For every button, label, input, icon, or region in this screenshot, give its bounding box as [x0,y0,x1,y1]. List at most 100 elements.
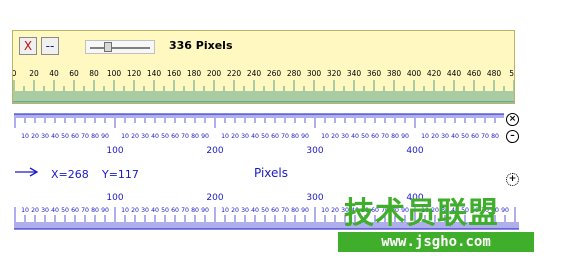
minor-tick-label: 30 [41,133,49,140]
major-tick-label: 100 [106,146,123,156]
minor-tick-label: 30 [441,133,449,140]
minor-tick-label: 40 [451,207,459,214]
minor-tick-label: 10 [121,207,129,214]
minor-tick-label: 70 [381,207,389,214]
minor-tick-label: 10 [321,133,329,140]
minor-tick-label: 20 [31,207,39,214]
slider-track [90,47,150,49]
minor-tick-label: 10 [221,133,229,140]
minor-tick-label: 90 [401,133,409,140]
ruler-scale-middle[interactable]: 10 20 30 40 50 60 70 80 90 10 20 30 40 50 60 70 80 90 10 20… [14,112,504,159]
minor-tick-label: 10 [421,207,429,214]
minimize-button[interactable]: -- [41,37,59,55]
minor-tick-label: 10 [421,133,429,140]
tick-label: 460 [467,69,482,78]
minor-tick-label: 30 [241,133,249,140]
minor-tick-label: 70 [81,207,89,214]
circle-x-icon[interactable]: × [506,113,519,126]
minor-tick-label: 70 [281,207,289,214]
y-coordinate: Y=117 [102,168,139,181]
minor-tick-label: 50 [61,133,69,140]
tick-label: 420 [427,69,442,78]
minor-tick-label: 50 [461,133,469,140]
slider-thumb[interactable] [103,42,112,52]
tick-label: 20 [29,69,39,78]
minor-tick-label: 60 [371,207,379,214]
minor-tick-label: 90 [301,207,309,214]
minor-tick-label: 70 [381,133,389,140]
tick-label: 440 [447,69,462,78]
minor-tick-label: 50 [161,207,169,214]
minor-tick-label: 80 [291,133,299,140]
minor-tick-label: 20 [431,133,439,140]
minor-tick-label: 60 [71,133,79,140]
minor-tick-label: 40 [151,207,159,214]
minor-tick-label: 20 [131,133,139,140]
tick-label: 140 [147,69,162,78]
crosshair-move-icon[interactable]: + [506,173,519,186]
watermark-url: www.jsgho.com [338,232,534,252]
minor-tick-label: 70 [81,133,89,140]
minor-tick-label: 20 [231,133,239,140]
units-label[interactable]: Pixels [254,166,288,180]
minor-tick-label: 20 [331,133,339,140]
minor-tick-label: 60 [271,133,279,140]
minor-tick-label: 70 [281,133,289,140]
tick-label: 180 [187,69,202,78]
tick-label: 480 [487,69,502,78]
minor-tick-label: 80 [391,133,399,140]
major-tick-label: 300 [306,146,323,156]
minor-tick-label: 90 [401,207,409,214]
minor-tick-label: 90 [101,207,109,214]
zoom-slider[interactable] [85,40,155,54]
minor-tick-label: 60 [471,133,479,140]
major-tick-label: 200 [206,146,223,156]
tick-label: 120 [127,69,142,78]
minor-tick-label: 50 [261,207,269,214]
minor-tick-label: 10 [221,207,229,214]
tick-label: 400 [407,69,422,78]
major-tick-label: 400 [406,193,423,203]
minor-tick-label: 20 [131,207,139,214]
minor-tick-label: 80 [491,207,499,214]
tick-label: 320 [327,69,342,78]
coordinate-readout: X=268 Y=117 Pixels [14,165,494,181]
tick-label: 0 [13,69,17,78]
minor-tick-label: 80 [91,133,99,140]
major-tick-label: 400 [406,146,423,156]
minor-tick-label: 20 [431,207,439,214]
minor-tick-label: 60 [71,207,79,214]
minor-tick-label: 50 [61,207,69,214]
tick-label: 60 [69,69,79,78]
minor-tick-label: 30 [341,207,349,214]
minor-tick-label: 20 [331,207,339,214]
tick-label: 200 [207,69,222,78]
minor-tick-label: 30 [141,207,149,214]
minor-tick-label: 20 [31,133,39,140]
minor-tick-label: 30 [41,207,49,214]
close-button[interactable]: X [19,37,37,55]
minor-tick-label: 20 [231,207,239,214]
tick-label: 80 [89,69,99,78]
ruler-window-top[interactable]: X -- 336 Pixels 0 20 40 60 80 100 120 140 160 180… [12,30,515,104]
minor-tick-label: 50 [361,207,369,214]
minor-tick-label: 60 [171,133,179,140]
circle-minus-icon[interactable]: – [506,130,519,143]
ruler-scale-bottom[interactable]: 100 200 300 40010 20 30 40 50 60 70 80 90 10 20 30 40 50… [14,190,519,230]
minor-tick-label: 10 [21,133,29,140]
major-tick-label: 100 [106,193,123,203]
minor-tick-label: 30 [141,133,149,140]
minor-tick-label: 50 [261,133,269,140]
ruler-toolbar: X -- 336 Pixels [19,37,509,59]
minor-tick-label: 80 [191,133,199,140]
tick-label: 100 [107,69,122,78]
minor-tick-label: 80 [291,207,299,214]
minor-tick-label: 80 [191,207,199,214]
minor-tick-label: 50 [161,133,169,140]
minor-tick-label: 40 [51,133,59,140]
minor-tick-label: 90 [101,133,109,140]
tick-label: 280 [287,69,302,78]
tick-label: 220 [227,69,242,78]
tick-label: 240 [247,69,262,78]
minor-tick-label: 50 [361,133,369,140]
